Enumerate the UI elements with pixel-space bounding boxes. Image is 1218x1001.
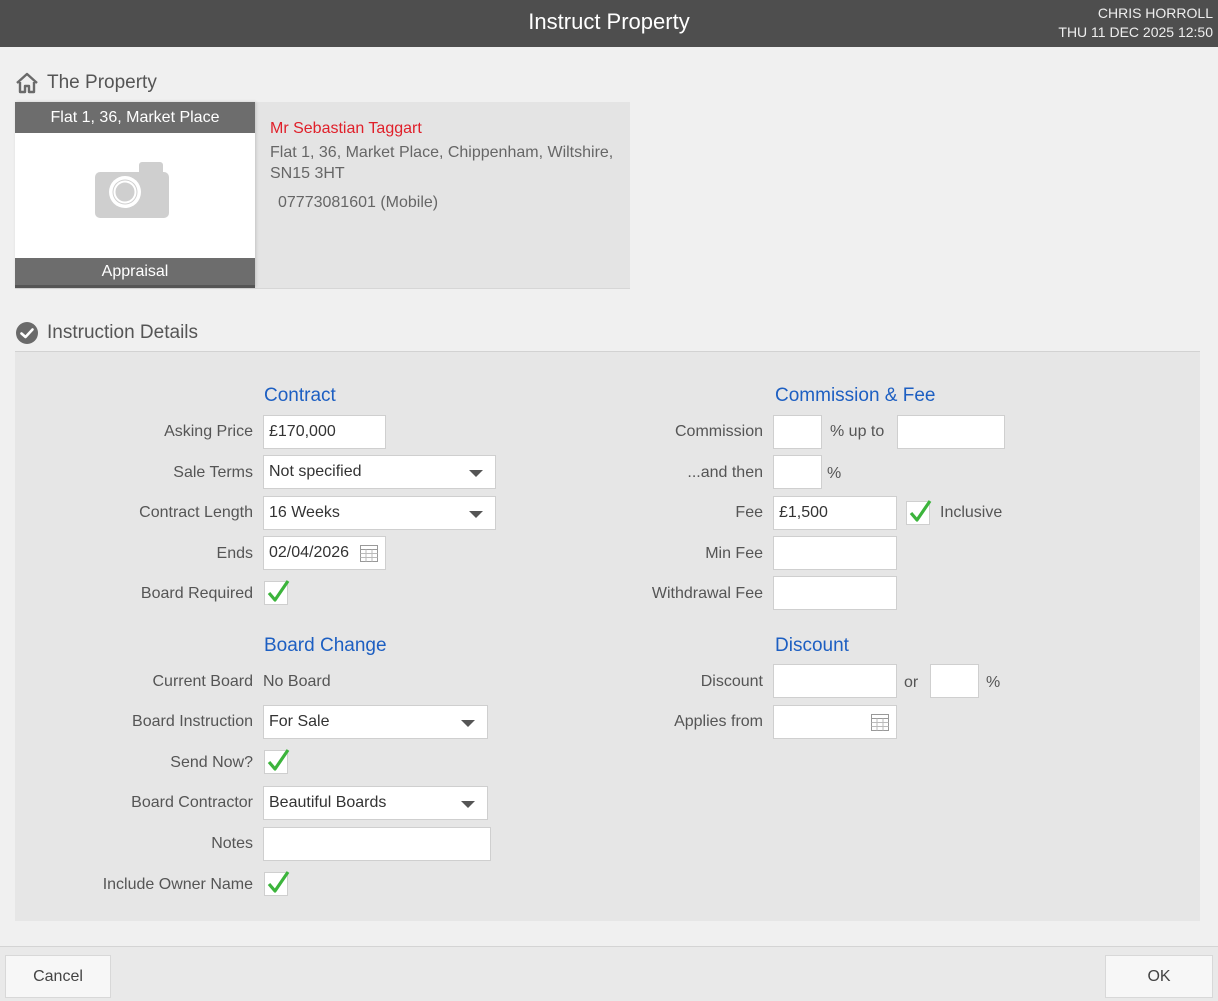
commission-label: Commission [674,423,763,440]
commission-pct-input[interactable] [773,415,822,449]
checkmark-icon [909,500,932,522]
owner-phone: 07773081601 (Mobile) [278,194,439,211]
or-text: or [904,674,919,691]
sale-terms-label: Sale Terms [173,464,253,481]
include-owner-name-label: Include Owner Name [102,876,253,893]
send-now-label: Send Now? [170,754,253,771]
inclusive-checkbox[interactable] [906,500,932,525]
commission-up-to-input[interactable] [897,415,1005,449]
board-required-label: Board Required [140,585,253,602]
property-section-title: The Property [47,72,157,93]
instruction-section-title: Instruction Details [47,322,199,343]
property-thumbnail[interactable]: Flat 1, 36, Market Place Appraisal [15,102,255,288]
checkmark-icon [267,580,290,602]
notes-input[interactable] [263,827,491,861]
window-title: Instruct Property [528,9,690,34]
contract-length-value: 16 Weeks [269,504,340,521]
board-contractor-label: Board Contractor [131,794,253,811]
up-to-text: % up to [830,423,885,440]
property-card[interactable]: Flat 1, 36, Market Place Appraisal Mr Se… [15,102,630,289]
discount-label: Discount [700,673,763,690]
ok-button[interactable]: OK [1105,955,1213,998]
user-info: CHRIS HORROLL THU 11 DEC 2025 12:50 [1058,4,1213,42]
board-change-heading: Board Change [264,635,387,656]
applies-from-input[interactable] [773,705,897,739]
board-contractor-value: Beautiful Boards [269,794,387,811]
discount-heading: Discount [775,635,849,656]
property-status-caption: Appraisal [15,258,255,288]
title-bar: Instruct Property CHRIS HORROLL THU 11 D… [0,0,1218,47]
and-then-label: ...and then [687,464,763,481]
inclusive-label: Inclusive [940,504,1003,521]
discount-pct-input[interactable] [930,664,979,698]
discount-pct-symbol: % [986,674,1001,691]
min-fee-input[interactable] [773,536,897,570]
withdrawal-fee-input[interactable] [773,576,897,610]
and-then-pct-input[interactable] [773,455,822,489]
chevron-down-icon [469,470,483,477]
include-owner-name-checkbox[interactable] [264,871,290,896]
current-board-label: Current Board [152,673,254,690]
and-then-pct-symbol: % [827,465,842,482]
sale-terms-select[interactable]: Not specified [263,455,496,489]
chevron-down-icon [461,720,475,727]
withdrawal-fee-label: Withdrawal Fee [651,585,763,602]
board-instruction-value: For Sale [269,713,330,730]
asking-price-input[interactable]: £170,000 [263,415,386,449]
asking-price-label: Asking Price [164,423,253,440]
checkmark-icon [267,749,290,771]
date-time: THU 11 DEC 2025 12:50 [1058,24,1213,40]
contract-length-select[interactable]: 16 Weeks [263,496,496,530]
check-circle-icon [16,322,38,344]
commission-fee-heading: Commission & Fee [775,385,936,406]
ends-date-value: 02/04/2026 [269,544,350,561]
discount-amount-input[interactable] [773,664,897,698]
notes-label: Notes [211,835,253,852]
home-icon [16,72,38,94]
property-section-heading: The Property [15,68,157,98]
board-required-checkbox[interactable] [264,580,290,605]
chevron-down-icon [469,511,483,518]
owner-name[interactable]: Mr Sebastian Taggart [270,120,422,138]
board-instruction-select[interactable]: For Sale [263,705,488,739]
fee-input[interactable]: £1,500 [773,496,897,530]
instruction-details-panel: Contract Asking Price £170,000 Sale Term… [15,351,1200,921]
property-address-caption: Flat 1, 36, Market Place [15,102,255,133]
owner-address: Flat 1, 36, Market Place, Chippenham, Wi… [270,144,614,182]
contract-length-label: Contract Length [139,504,253,521]
ends-label: Ends [216,545,253,562]
current-board-value: No Board [263,673,331,690]
checkmark-icon [267,871,290,893]
send-now-checkbox[interactable] [264,749,290,774]
contract-heading: Contract [264,385,336,406]
instruction-section-heading: Instruction Details [15,318,198,348]
board-contractor-select[interactable]: Beautiful Boards [263,786,488,820]
calendar-icon[interactable] [871,714,889,731]
footer-bar: Cancel OK [0,946,1218,1001]
sale-terms-value: Not specified [269,463,362,480]
chevron-down-icon [461,801,475,808]
min-fee-label: Min Fee [705,545,763,562]
board-instruction-label: Board Instruction [132,713,253,730]
fee-label: Fee [735,504,763,521]
ends-date-input[interactable]: 02/04/2026 [263,536,386,570]
cancel-button[interactable]: Cancel [5,955,111,998]
camera-icon [95,162,169,218]
calendar-icon[interactable] [360,545,378,562]
user-name: CHRIS HORROLL [1097,5,1213,21]
applies-from-label: Applies from [674,713,763,730]
